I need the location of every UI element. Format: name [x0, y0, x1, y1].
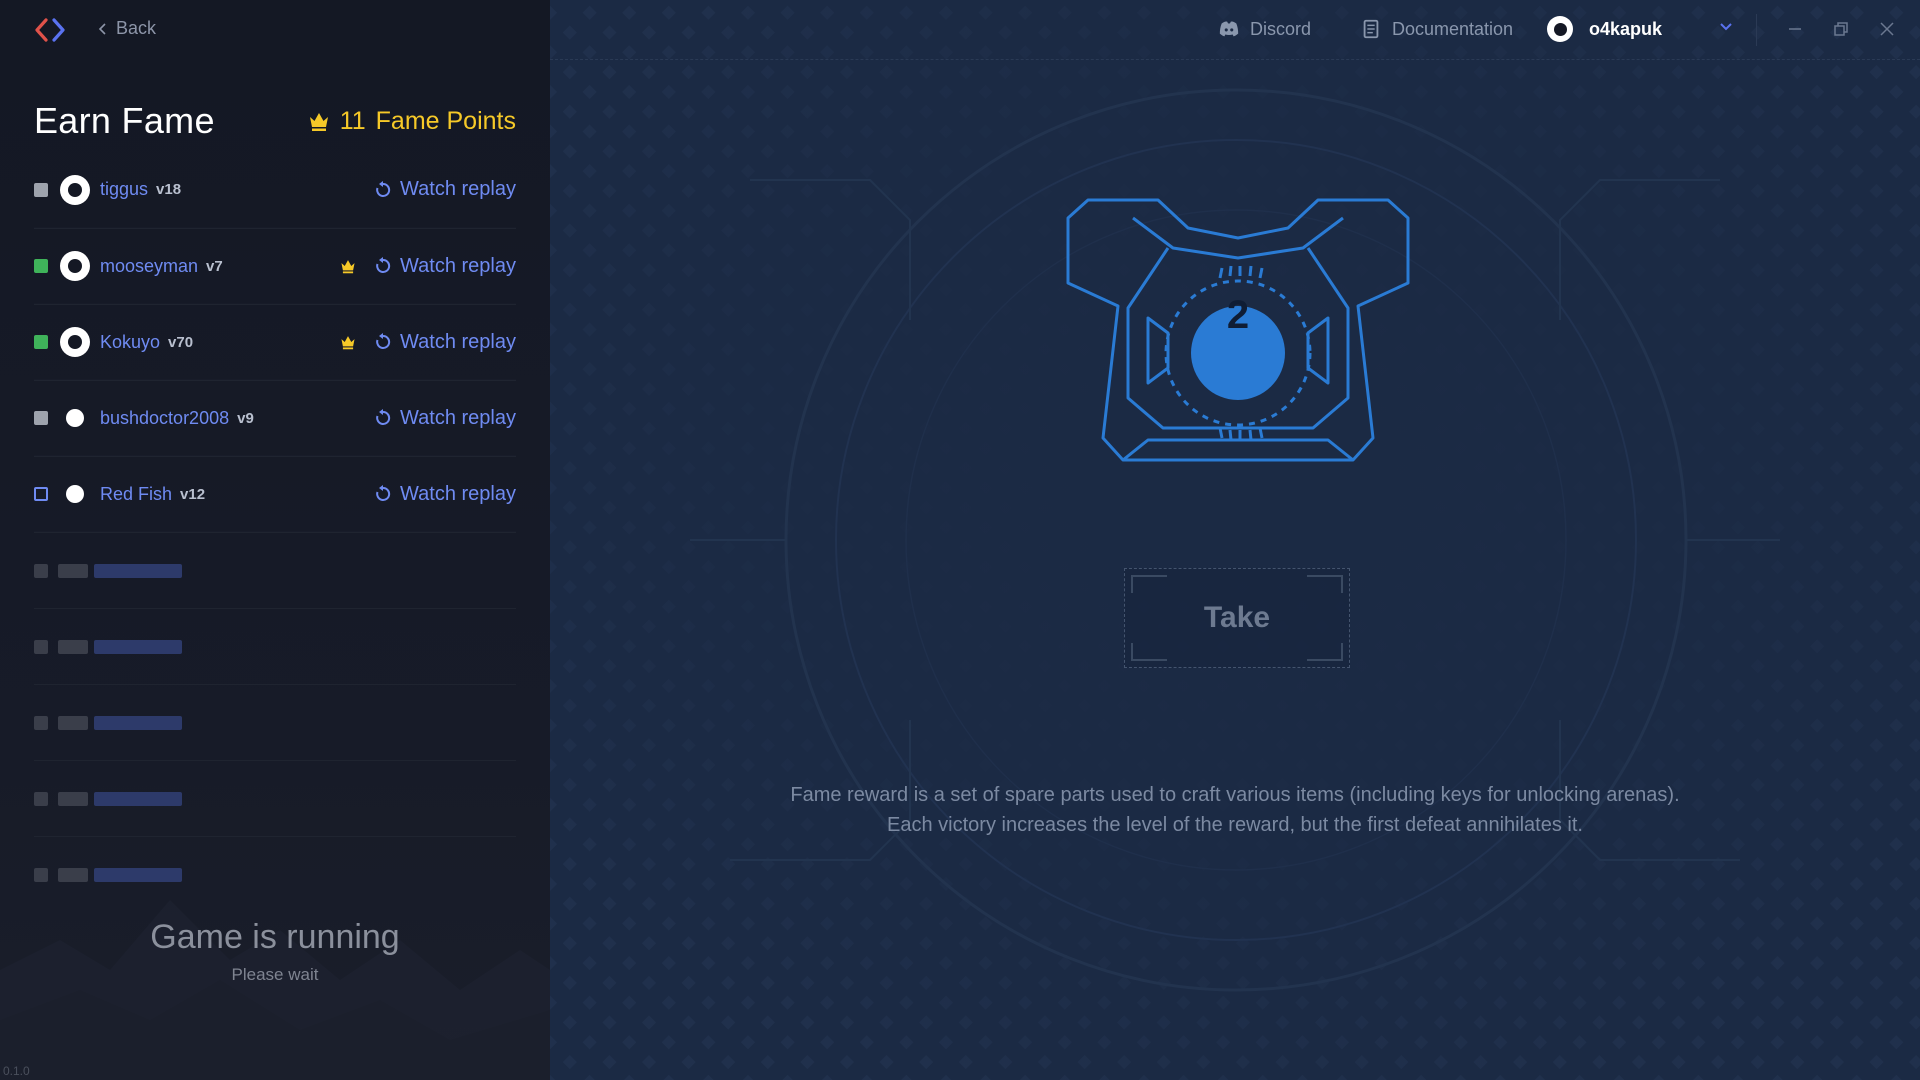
loading-placeholder-row	[34, 684, 516, 760]
status-indicator	[34, 259, 48, 273]
player-name[interactable]: bushdoctor2008	[100, 408, 229, 429]
divider	[1756, 14, 1757, 46]
take-button[interactable]: Take	[1124, 568, 1350, 668]
player-name[interactable]: Red Fish	[100, 484, 172, 505]
replay-icon	[376, 333, 391, 349]
avatar	[66, 485, 84, 503]
player-name[interactable]: Kokuyo	[100, 332, 160, 353]
watch-replay-button[interactable]: Watch replay	[374, 407, 516, 430]
status-indicator	[34, 335, 48, 349]
discord-link[interactable]: Discord	[1218, 18, 1311, 40]
main-panel: 2 Take Fame reward is a set of spare par…	[550, 0, 1920, 1080]
replay-icon	[376, 180, 391, 197]
player-row: Kokuyo v70 Watch replay	[34, 304, 516, 380]
watch-replay-label: Watch replay	[400, 254, 516, 277]
description-line-2: Each victory increases the level of the …	[887, 814, 1583, 836]
user-avatar	[1547, 16, 1573, 42]
avatar	[60, 174, 90, 205]
player-row: Red Fish v12 Watch replay	[34, 456, 516, 532]
crown-icon	[340, 258, 356, 274]
app-logo[interactable]	[34, 16, 66, 44]
back-button[interactable]: Back	[98, 18, 156, 39]
player-version: v12	[180, 485, 206, 503]
loading-placeholder-row	[34, 608, 516, 684]
circuit-background	[550, 0, 1920, 1080]
replay-icon	[376, 409, 391, 425]
watch-replay-label: Watch replay	[400, 406, 516, 429]
documentation-label: Documentation	[1392, 18, 1514, 39]
chevron-down-icon[interactable]	[1718, 20, 1734, 34]
back-label: Back	[116, 18, 157, 38]
loading-placeholder-row	[34, 532, 516, 608]
chevron-left-icon	[98, 22, 106, 35]
player-row: bushdoctor2008 v9 Watch replay	[34, 380, 516, 456]
fame-points-badge: 11 Fame Points	[308, 107, 516, 136]
crown-icon	[340, 334, 356, 350]
username: o4kapuk	[1589, 18, 1663, 39]
close-icon[interactable]	[1878, 20, 1896, 38]
player-name[interactable]: mooseyman	[100, 256, 198, 277]
discord-icon	[1219, 21, 1239, 37]
avatar	[60, 251, 90, 281]
restore-icon[interactable]	[1832, 20, 1850, 38]
player-version: v9	[237, 409, 254, 427]
app-version: 0.1.0	[3, 1064, 30, 1078]
game-status-subtitle: Please wait	[231, 965, 319, 984]
player-name[interactable]: tiggus	[100, 179, 148, 200]
watch-replay-label: Watch replay	[400, 482, 516, 505]
game-status-title: Game is running	[150, 918, 400, 956]
status-indicator	[34, 411, 48, 425]
player-row: mooseyman v7 Watch replay	[34, 228, 516, 304]
earn-fame-header: Earn Fame 11 Fame Points	[34, 100, 516, 142]
fame-points-value: 11	[339, 106, 366, 135]
replay-icon	[376, 257, 391, 273]
sidebar: Back Earn Fame 11 Fame Points tiggus v18	[0, 0, 550, 1080]
user-menu[interactable]: o4kapuk	[1547, 16, 1662, 42]
player-version: v70	[168, 333, 194, 351]
loading-placeholder-row	[34, 836, 516, 912]
game-status: Game is running Please wait	[0, 918, 550, 985]
player-list: tiggus v18 Watch replay mooseyman v7 Wat…	[34, 152, 516, 912]
crown-icon	[309, 113, 328, 131]
page-title: Earn Fame	[34, 100, 215, 141]
reward-level-wrapper: 2	[998, 188, 1478, 488]
document-icon	[1363, 19, 1379, 39]
watch-replay-label: Watch replay	[400, 330, 516, 353]
replay-icon	[376, 485, 391, 501]
watch-replay-button[interactable]: Watch replay	[374, 331, 516, 354]
code-brackets-logo-icon	[35, 18, 65, 42]
description-line-1: Fame reward is a set of spare parts used…	[790, 784, 1680, 806]
avatar	[66, 409, 84, 427]
watch-replay-button[interactable]: Watch replay	[374, 483, 516, 506]
status-indicator	[34, 487, 48, 501]
take-label: Take	[1203, 601, 1271, 634]
loading-placeholder-row	[34, 760, 516, 836]
top-bar: Discord Documentation o4kapuk	[550, 0, 1920, 60]
watch-replay-button[interactable]: Watch replay	[374, 178, 516, 201]
player-version: v18	[156, 181, 182, 198]
reward-description: Fame reward is a set of spare parts used…	[700, 780, 1770, 840]
fame-points-label: Fame Points	[375, 106, 516, 135]
documentation-link[interactable]: Documentation	[1360, 18, 1513, 40]
discord-label: Discord	[1250, 18, 1312, 39]
avatar	[60, 327, 90, 357]
status-indicator	[34, 182, 48, 197]
watch-replay-button[interactable]: Watch replay	[374, 255, 516, 278]
reward-level: 2	[1226, 292, 1250, 337]
player-version: v7	[206, 257, 223, 275]
watch-replay-label: Watch replay	[400, 178, 516, 200]
minimize-icon[interactable]	[1786, 20, 1804, 38]
player-row: tiggus v18 Watch replay	[34, 152, 516, 228]
